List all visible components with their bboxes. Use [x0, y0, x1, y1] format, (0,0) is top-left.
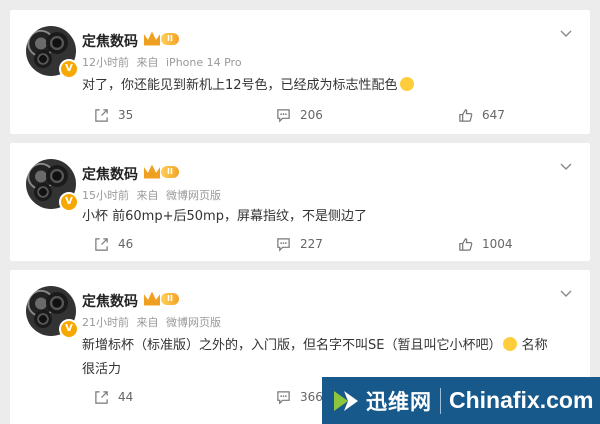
comment-count: 206 [300, 108, 323, 122]
post-time[interactable]: 21小时前 [82, 316, 129, 329]
post-actions: 35 206 647 [10, 105, 590, 125]
post-meta: 15小时前 来自 微博网页版 [82, 187, 221, 203]
repost-count: 46 [118, 237, 134, 251]
post-time[interactable]: 12小时前 [82, 56, 129, 69]
comment-button[interactable]: 206 [276, 105, 323, 125]
repost-count: 44 [118, 390, 134, 404]
comment-button[interactable]: 227 [276, 234, 323, 254]
post-text: 对了，你还能见到新机上12号色，已经成为标志性配色 [82, 74, 540, 98]
post-text-tail: 名称 [521, 338, 548, 353]
chevron-down-icon[interactable] [558, 159, 574, 175]
post-source[interactable]: iPhone 14 Pro [166, 56, 242, 69]
watermark-banner: 迅维网 Chinafix.com [322, 377, 600, 424]
post-meta: 12小时前 来自 iPhone 14 Pro [82, 54, 242, 70]
repost-button[interactable]: 44 [94, 387, 133, 407]
watermark-en: Chinafix.com [449, 387, 594, 413]
member-level: II [161, 292, 179, 305]
avatar[interactable]: V [26, 159, 79, 212]
watermark-cn: 迅维网 [366, 389, 432, 414]
author-name[interactable]: 定焦数码 [82, 31, 138, 51]
emoji-icon [399, 77, 414, 91]
member-crown-icon[interactable]: II [144, 290, 179, 307]
like-count: 647 [482, 108, 505, 122]
repost-button[interactable]: 35 [94, 105, 133, 125]
watermark-divider [440, 387, 441, 414]
member-crown-icon[interactable]: II [144, 30, 179, 47]
source-prefix: 来自 [136, 316, 159, 329]
author-name[interactable]: 定焦数码 [82, 164, 138, 184]
member-level: II [161, 32, 179, 45]
comment-icon [277, 108, 290, 123]
like-button[interactable]: 1004 [458, 234, 513, 254]
thumbs-up-icon [459, 108, 473, 122]
author-name[interactable]: 定焦数码 [82, 291, 138, 311]
post-time[interactable]: 15小时前 [82, 189, 129, 202]
verified-badge-icon: V [59, 59, 79, 79]
comment-count: 227 [300, 237, 323, 251]
post-source[interactable]: 微博网页版 [166, 189, 221, 202]
thumbs-up-icon [459, 237, 473, 251]
emoji-icon [503, 337, 518, 351]
post-text: 新增标杯（标准版）之外的，入门版，但名字不叫SE（暂且叫它小杯吧） 名称 很活力 [82, 334, 570, 382]
share-icon [95, 108, 108, 122]
verified-badge-icon: V [59, 319, 79, 339]
comment-button[interactable]: 366 [276, 387, 323, 407]
source-prefix: 来自 [136, 189, 159, 202]
share-icon [95, 237, 108, 251]
member-level: II [161, 165, 179, 178]
repost-count: 35 [118, 108, 134, 122]
weibo-post-1: V 定焦数码 II 12小时前 来自 iPhone 14 Pro 对了，你还能见… [10, 10, 590, 134]
member-crown-icon[interactable]: II [144, 163, 179, 180]
comment-icon [277, 237, 290, 252]
verified-badge-icon: V [59, 192, 79, 212]
post-source[interactable]: 微博网页版 [166, 316, 221, 329]
comment-icon [277, 390, 290, 405]
comment-count: 366 [300, 390, 323, 404]
post-actions: 46 227 1004 [10, 234, 590, 254]
post-text: 小杯 前60mp+后50mp，屏幕指纹，不是侧边了 [82, 209, 367, 224]
post-text-body: 对了，你还能见到新机上12号色，已经成为标志性配色 [82, 78, 398, 93]
source-prefix: 来自 [136, 56, 159, 69]
share-icon [95, 390, 108, 404]
repost-button[interactable]: 46 [94, 234, 133, 254]
avatar[interactable]: V [26, 26, 79, 79]
like-button[interactable]: 647 [458, 105, 505, 125]
post-meta: 21小时前 来自 微博网页版 [82, 314, 221, 330]
chinafix-logo-icon [332, 387, 360, 415]
chevron-down-icon[interactable] [558, 26, 574, 42]
post-text-line: 新增标杯（标准版）之外的，入门版，但名字不叫SE（暂且叫它小杯吧） [82, 338, 502, 353]
chevron-down-icon[interactable] [558, 286, 574, 302]
weibo-post-2: V 定焦数码 II 15小时前 来自 微博网页版 小杯 前60mp+后50mp，… [10, 143, 590, 261]
avatar[interactable]: V [26, 286, 79, 339]
like-count: 1004 [482, 237, 513, 251]
